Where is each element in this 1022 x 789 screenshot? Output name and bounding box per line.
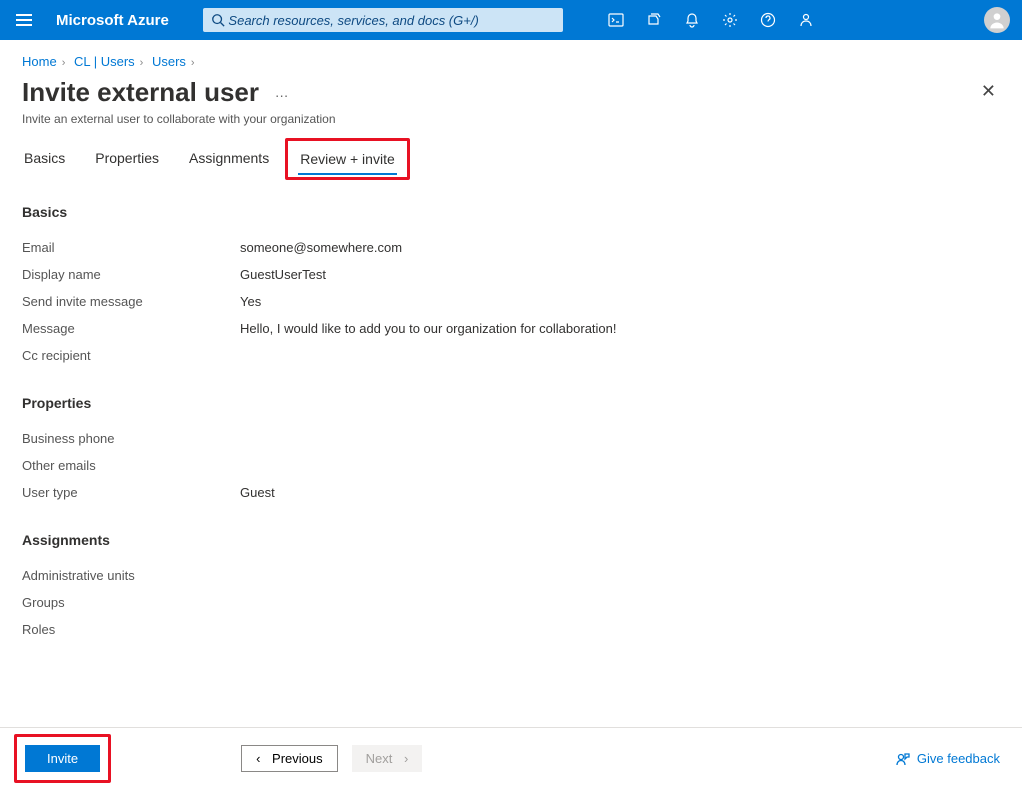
field-row: Groups (22, 589, 1000, 616)
field-value: Guest (240, 485, 275, 500)
field-label: Administrative units (22, 568, 240, 583)
chevron-right-icon: › (62, 57, 66, 69)
field-row: Emailsomeone@somewhere.com (22, 234, 1000, 261)
field-label: Other emails (22, 458, 240, 473)
field-row: Display nameGuestUserTest (22, 261, 1000, 288)
chevron-right-icon: › (404, 751, 408, 766)
next-label: Next (366, 751, 393, 766)
field-row: User typeGuest (22, 479, 1000, 506)
field-row: Administrative units (22, 562, 1000, 589)
notifications-icon[interactable] (678, 6, 706, 34)
top-bar: Microsoft Azure (0, 0, 1022, 40)
settings-icon[interactable] (716, 6, 744, 34)
hamburger-menu-icon[interactable] (12, 10, 36, 30)
chevron-left-icon: ‹ (256, 751, 260, 766)
page-title: Invite external user (22, 77, 259, 108)
feedback-label: Give feedback (917, 751, 1000, 766)
user-avatar[interactable] (984, 7, 1010, 33)
invite-button[interactable]: Invite (25, 745, 100, 772)
page-header: Invite external user … Invite an externa… (0, 75, 1022, 126)
close-icon[interactable]: ✕ (981, 81, 996, 102)
field-label: Email (22, 240, 240, 255)
breadcrumb-cl-users[interactable]: CL | Users (74, 54, 135, 69)
bottom-action-bar: Invite ‹ Previous Next › Give feedback (0, 727, 1022, 789)
field-label: Display name (22, 267, 240, 282)
highlight-invite: Invite (14, 734, 111, 783)
tab-review-invite[interactable]: Review + invite (298, 145, 397, 177)
tab-properties[interactable]: Properties (93, 144, 161, 176)
more-actions-icon[interactable]: … (275, 84, 289, 100)
page-subtitle: Invite an external user to collaborate w… (22, 112, 1000, 126)
basics-section-header: Basics (22, 204, 1000, 220)
search-box[interactable] (203, 8, 563, 32)
tab-assignments[interactable]: Assignments (187, 144, 271, 176)
top-icon-bar (602, 6, 820, 34)
field-row: Other emails (22, 452, 1000, 479)
person-feedback-icon (895, 751, 911, 767)
tab-basics[interactable]: Basics (22, 144, 67, 176)
breadcrumb-users[interactable]: Users (152, 54, 186, 69)
previous-button[interactable]: ‹ Previous (241, 745, 338, 772)
tab-bar: Basics Properties Assignments Review + i… (0, 126, 1022, 176)
field-value: Yes (240, 294, 261, 309)
field-label: Groups (22, 595, 240, 610)
chevron-right-icon: › (140, 57, 144, 69)
breadcrumbs: Home › CL | Users › Users › (0, 40, 1022, 75)
search-icon (211, 13, 225, 27)
highlight-review-invite: Review + invite (285, 138, 410, 180)
feedback-icon[interactable] (792, 6, 820, 34)
field-row: Business phone (22, 425, 1000, 452)
field-label: Message (22, 321, 240, 336)
brand-label[interactable]: Microsoft Azure (56, 12, 169, 29)
previous-label: Previous (272, 751, 323, 766)
cloud-shell-icon[interactable] (602, 6, 630, 34)
search-input[interactable] (228, 13, 554, 28)
field-value: GuestUserTest (240, 267, 326, 282)
give-feedback-link[interactable]: Give feedback (895, 751, 1000, 767)
review-content: Basics Emailsomeone@somewhere.com Displa… (0, 176, 1022, 643)
field-row: Send invite messageYes (22, 288, 1000, 315)
field-row: Cc recipient (22, 342, 1000, 369)
field-row: Roles (22, 616, 1000, 643)
field-label: Roles (22, 622, 240, 637)
field-label: Send invite message (22, 294, 240, 309)
field-label: Cc recipient (22, 348, 240, 363)
directories-icon[interactable] (640, 6, 668, 34)
help-icon[interactable] (754, 6, 782, 34)
breadcrumb-home[interactable]: Home (22, 54, 57, 69)
field-row: MessageHello, I would like to add you to… (22, 315, 1000, 342)
assignments-section-header: Assignments (22, 532, 1000, 548)
field-label: User type (22, 485, 240, 500)
field-value: someone@somewhere.com (240, 240, 402, 255)
properties-section-header: Properties (22, 395, 1000, 411)
chevron-right-icon: › (191, 57, 195, 69)
field-value: Hello, I would like to add you to our or… (240, 321, 617, 336)
field-label: Business phone (22, 431, 240, 446)
next-button: Next › (352, 745, 423, 772)
